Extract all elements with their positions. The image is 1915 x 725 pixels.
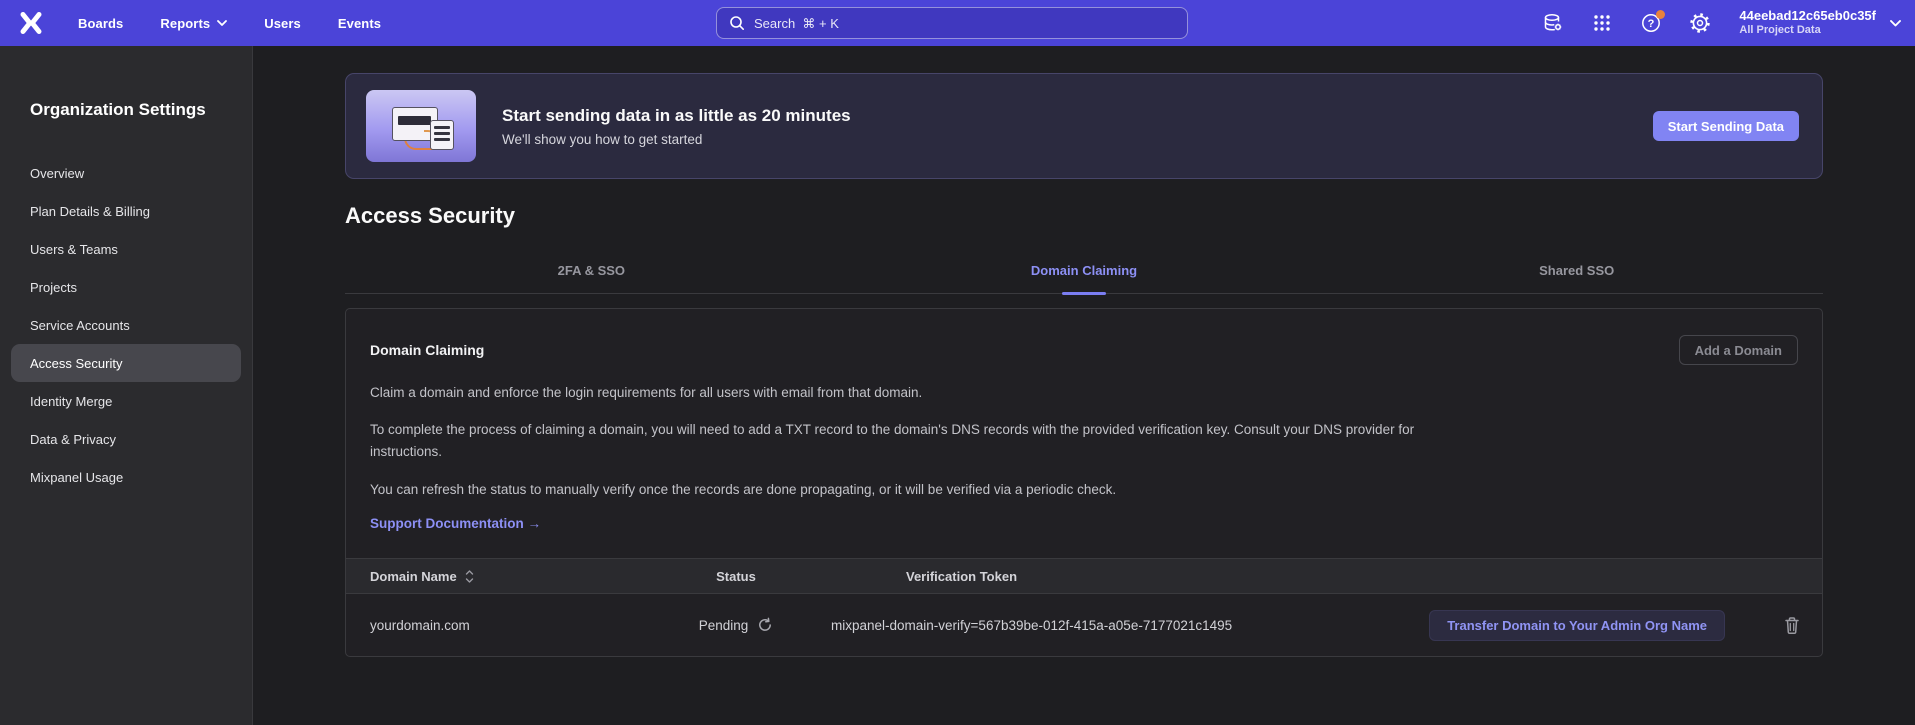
transfer-domain-button[interactable]: Transfer Domain to Your Admin Org Name <box>1429 610 1725 641</box>
search-input[interactable] <box>754 16 1175 31</box>
support-documentation-link[interactable]: Support Documentation → <box>370 516 541 531</box>
primary-nav: Boards Reports Users Events <box>78 16 381 31</box>
mixpanel-logo-icon[interactable] <box>16 8 46 38</box>
sidebar-item-service-accounts[interactable]: Service Accounts <box>11 306 241 344</box>
header-domain-name[interactable]: Domain Name <box>346 569 641 584</box>
settings-sidebar: Organization Settings Overview Plan Deta… <box>0 46 253 725</box>
nav-reports[interactable]: Reports <box>160 16 227 31</box>
access-security-tabs: 2FA & SSO Domain Claiming Shared SSO <box>345 263 1823 294</box>
header-status: Status <box>641 569 831 584</box>
panel-title: Domain Claiming <box>370 342 484 358</box>
main-content: Start sending data in as little as 20 mi… <box>253 46 1915 725</box>
sidebar-title: Organization Settings <box>0 100 252 120</box>
onboarding-illustration <box>366 90 476 162</box>
domain-name-cell: yourdomain.com <box>346 618 641 633</box>
top-nav: Boards Reports Users Events <box>0 0 1915 46</box>
banner-title: Start sending data in as little as 20 mi… <box>502 106 1653 126</box>
domains-table: Domain Name Status Verification Token yo… <box>346 558 1822 656</box>
sidebar-item-users-teams[interactable]: Users & Teams <box>11 230 241 268</box>
start-sending-data-button[interactable]: Start Sending Data <box>1653 111 1799 141</box>
sidebar-item-mixpanel-usage[interactable]: Mixpanel Usage <box>11 458 241 496</box>
chevron-down-icon <box>1890 20 1901 27</box>
table-header-row: Domain Name Status Verification Token <box>346 558 1822 594</box>
delete-domain-icon[interactable] <box>1783 616 1801 635</box>
help-icon[interactable]: ? <box>1639 11 1663 35</box>
sidebar-item-projects[interactable]: Projects <box>11 268 241 306</box>
refresh-status-icon[interactable] <box>757 617 773 633</box>
panel-description-2: To complete the process of claiming a do… <box>370 419 1445 463</box>
status-cell: Pending <box>641 617 831 633</box>
nav-users[interactable]: Users <box>264 16 301 31</box>
domain-row: yourdomain.com Pending mixpanel-domain-v… <box>346 594 1822 656</box>
nav-events[interactable]: Events <box>338 16 381 31</box>
sidebar-item-plan-details-billing[interactable]: Plan Details & Billing <box>11 192 241 230</box>
settings-gear-icon[interactable] <box>1688 11 1712 35</box>
banner-subtitle: We'll show you how to get started <box>502 132 1653 147</box>
active-tab-indicator <box>1062 292 1106 295</box>
notification-badge <box>1656 10 1665 19</box>
nav-boards[interactable]: Boards <box>78 16 123 31</box>
sidebar-item-access-security[interactable]: Access Security <box>11 344 241 382</box>
onboarding-banner: Start sending data in as little as 20 mi… <box>345 73 1823 179</box>
sort-icon[interactable] <box>465 570 474 583</box>
svg-text:?: ? <box>1648 18 1655 30</box>
panel-description-1: Claim a domain and enforce the login req… <box>370 382 1445 404</box>
apps-grid-icon[interactable] <box>1590 11 1614 35</box>
tab-2fa-sso[interactable]: 2FA & SSO <box>345 263 838 293</box>
panel-description-3: You can refresh the status to manually v… <box>370 479 1445 501</box>
tab-shared-sso[interactable]: Shared SSO <box>1330 263 1823 293</box>
domain-claiming-panel: Domain Claiming Add a Domain Claim a dom… <box>345 308 1823 657</box>
page-title: Access Security <box>345 202 1823 230</box>
chevron-down-icon <box>217 20 227 26</box>
add-a-domain-button[interactable]: Add a Domain <box>1679 335 1798 365</box>
verification-token-cell: mixpanel-domain-verify=567b39be-012f-415… <box>831 618 1429 633</box>
header-verification-token: Verification Token <box>831 569 1801 584</box>
data-governance-icon[interactable] <box>1541 11 1565 35</box>
status-text: Pending <box>699 618 749 633</box>
org-id: 44eebad12c65eb0c35f <box>1739 8 1876 24</box>
sidebar-item-data-privacy[interactable]: Data & Privacy <box>11 420 241 458</box>
sidebar-item-overview[interactable]: Overview <box>11 154 241 192</box>
org-project-selector[interactable]: 44eebad12c65eb0c35f All Project Data <box>1739 8 1901 38</box>
search-icon <box>729 15 745 31</box>
project-name: All Project Data <box>1739 24 1876 38</box>
nav-right-cluster: ? 44eebad12c65eb0c35f All Project Data <box>1541 0 1901 46</box>
tab-domain-claiming[interactable]: Domain Claiming <box>838 263 1331 293</box>
global-search[interactable] <box>716 7 1188 39</box>
sidebar-item-identity-merge[interactable]: Identity Merge <box>11 382 241 420</box>
